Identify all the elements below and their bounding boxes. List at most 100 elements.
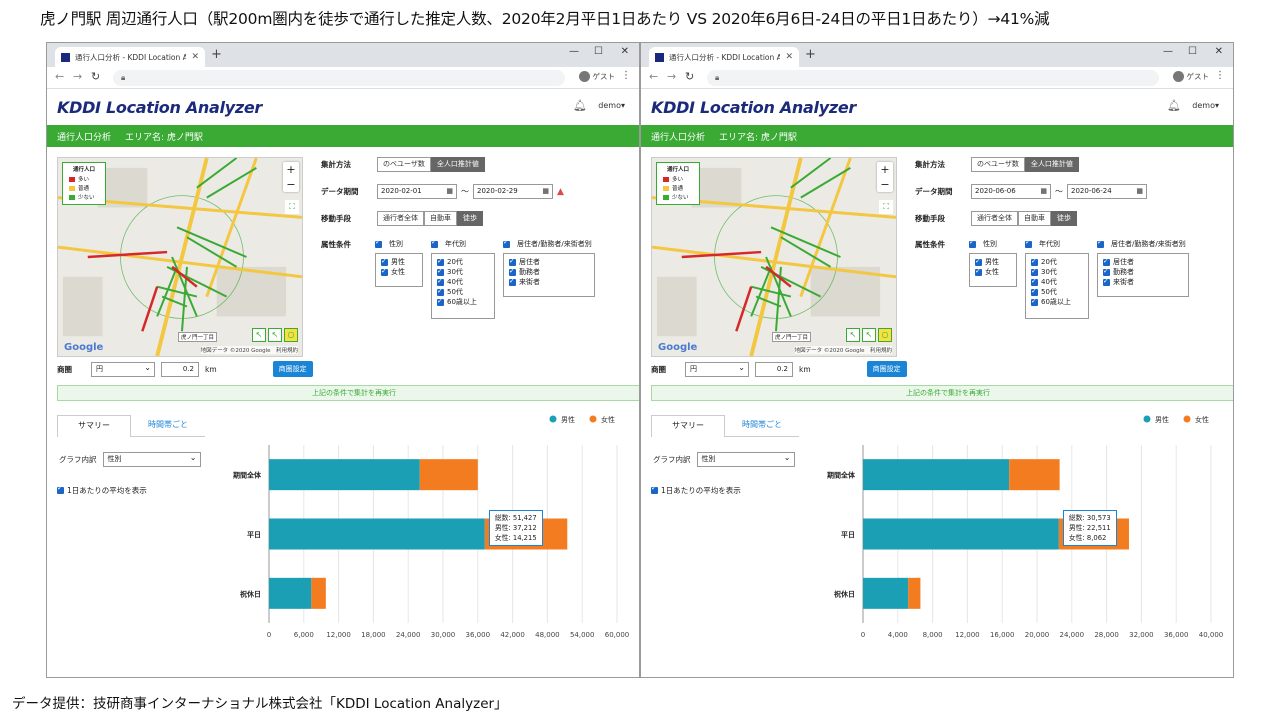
browser-tab[interactable]: 通行人口分析 - KDDI Location A ✕: [649, 47, 799, 67]
tab-summary[interactable]: サマリー: [57, 415, 131, 437]
back-icon[interactable]: ←: [55, 70, 64, 83]
back-icon[interactable]: ←: [649, 70, 658, 83]
minimize-icon[interactable]: —: [569, 46, 579, 57]
maximize-icon[interactable]: ☐: [594, 46, 603, 57]
reload-icon[interactable]: ↻: [91, 70, 100, 83]
circle-tool-icon[interactable]: ○: [284, 328, 298, 342]
gender-item[interactable]: 女性: [975, 266, 1011, 277]
shop-setting-button[interactable]: 商圏設定: [866, 361, 907, 377]
age-item[interactable]: 40代: [1031, 276, 1083, 287]
method-option-users[interactable]: のベユーザ数: [377, 157, 431, 172]
window-close-icon[interactable]: ✕: [1215, 46, 1223, 57]
forward-icon[interactable]: →: [73, 70, 82, 83]
age-check[interactable]: 年代別: [431, 238, 466, 249]
pointer-add-icon[interactable]: ↖: [846, 328, 860, 342]
average-option[interactable]: 1日あたりの平均を表示: [57, 484, 147, 496]
average-option[interactable]: 1日あたりの平均を表示: [651, 484, 741, 496]
menu-title[interactable]: 通行人口分析: [651, 130, 705, 143]
shop-radius-input[interactable]: 0.2: [755, 361, 793, 377]
url-input[interactable]: 🔒︎: [707, 70, 1159, 86]
zoom-in-icon[interactable]: +: [877, 162, 893, 177]
option-label: 50代: [447, 288, 463, 296]
tab-summary[interactable]: サマリー: [651, 415, 725, 437]
close-icon[interactable]: ✕: [191, 52, 199, 62]
menu-icon[interactable]: ⋮: [621, 70, 631, 81]
url-input[interactable]: 🔒︎: [113, 70, 565, 86]
age-item[interactable]: 50代: [437, 286, 489, 297]
rerun-button[interactable]: 上記の条件で集計を再実行: [57, 385, 639, 401]
transport-option-walk[interactable]: 徒歩: [457, 211, 483, 226]
zoom-in-icon[interactable]: +: [283, 162, 299, 177]
window-close-icon[interactable]: ✕: [621, 46, 629, 57]
transport-option-walk[interactable]: 徒歩: [1051, 211, 1077, 226]
rerun-button[interactable]: 上記の条件で集計を再実行: [651, 385, 1233, 401]
resident-item[interactable]: 居住者: [509, 256, 589, 267]
circle-tool-icon[interactable]: ○: [878, 328, 892, 342]
resident-item[interactable]: 勤務者: [509, 266, 589, 277]
minimize-icon[interactable]: —: [1163, 46, 1173, 57]
new-tab-icon[interactable]: +: [211, 47, 222, 62]
pointer-icon[interactable]: ↖: [862, 328, 876, 342]
menu-title[interactable]: 通行人口分析: [57, 130, 111, 143]
reload-icon[interactable]: ↻: [685, 70, 694, 83]
guest-profile[interactable]: ゲスト: [578, 71, 615, 82]
map-view[interactable]: 通行人口 多い 普通 少ない + − ⛶ 虎ノ門一丁目 ↖ ↖ ○ Google…: [651, 157, 897, 357]
close-icon[interactable]: ✕: [785, 52, 793, 62]
shop-shape-select[interactable]: 円: [91, 361, 155, 377]
menu-icon[interactable]: ⋮: [1215, 70, 1225, 81]
date-from-input[interactable]: 2020-02-01: [377, 184, 457, 199]
date-from-input[interactable]: 2020-06-06: [971, 184, 1051, 199]
age-item[interactable]: 50代: [1031, 286, 1083, 297]
zoom-out-icon[interactable]: −: [877, 177, 893, 192]
resident-item[interactable]: 居住者: [1103, 256, 1183, 267]
fullscreen-icon[interactable]: ⛶: [285, 200, 299, 214]
date-to-input[interactable]: 2020-02-29: [473, 184, 553, 199]
age-item[interactable]: 20代: [1031, 256, 1083, 267]
tab-hourly[interactable]: 時間帯ごと: [725, 415, 799, 437]
map-view[interactable]: 通行人口 多い 普通 少ない + − ⛶ 虎ノ門一丁目 ↖ ↖ ○ Google…: [57, 157, 303, 357]
date-to-input[interactable]: 2020-06-24: [1067, 184, 1147, 199]
user-menu[interactable]: demo▾: [1192, 101, 1219, 110]
age-item[interactable]: 60歳以上: [1031, 296, 1083, 307]
shop-shape-select[interactable]: 円: [685, 361, 749, 377]
tab-hourly[interactable]: 時間帯ごと: [131, 415, 205, 437]
browser-tab[interactable]: 通行人口分析 - KDDI Location A ✕: [55, 47, 205, 67]
graph-breakdown-select[interactable]: 性別: [102, 451, 201, 467]
shop-radius-input[interactable]: 0.2: [161, 361, 199, 377]
gender-item[interactable]: 女性: [381, 266, 417, 277]
new-tab-icon[interactable]: +: [805, 47, 816, 62]
zoom-out-icon[interactable]: −: [283, 177, 299, 192]
graph-breakdown-select[interactable]: 性別: [696, 451, 795, 467]
resident-item[interactable]: 来街者: [509, 276, 589, 287]
bell-icon[interactable]: 🔔︎: [1167, 99, 1181, 112]
transport-option-car[interactable]: 自動車: [424, 211, 457, 226]
shop-setting-button[interactable]: 商圏設定: [272, 361, 313, 377]
maximize-icon[interactable]: ☐: [1188, 46, 1197, 57]
resident-item[interactable]: 来街者: [1103, 276, 1183, 287]
resident-check[interactable]: 居住者/勤務者/来街者別: [1097, 238, 1186, 249]
age-item[interactable]: 20代: [437, 256, 489, 267]
resident-item[interactable]: 勤務者: [1103, 266, 1183, 277]
fullscreen-icon[interactable]: ⛶: [879, 200, 893, 214]
age-item[interactable]: 30代: [1031, 266, 1083, 277]
age-check[interactable]: 年代別: [1025, 238, 1060, 249]
transport-option-all[interactable]: 通行者全体: [377, 211, 424, 226]
forward-icon[interactable]: →: [667, 70, 676, 83]
x-tick-label: 20,000: [1025, 631, 1050, 639]
guest-profile[interactable]: ゲスト: [1172, 71, 1209, 82]
bell-icon[interactable]: 🔔︎: [573, 99, 587, 112]
method-option-population[interactable]: 全人口推計値: [430, 157, 485, 172]
transport-option-car[interactable]: 自動車: [1018, 211, 1051, 226]
method-option-users[interactable]: のベユーザ数: [971, 157, 1025, 172]
resident-check[interactable]: 居住者/勤務者/来街者別: [503, 238, 592, 249]
gender-check[interactable]: 性別: [375, 238, 403, 249]
transport-option-all[interactable]: 通行者全体: [971, 211, 1018, 226]
method-option-population[interactable]: 全人口推計値: [1024, 157, 1079, 172]
gender-check[interactable]: 性別: [969, 238, 997, 249]
age-item[interactable]: 40代: [437, 276, 489, 287]
pointer-icon[interactable]: ↖: [268, 328, 282, 342]
age-item[interactable]: 60歳以上: [437, 296, 489, 307]
pointer-add-icon[interactable]: ↖: [252, 328, 266, 342]
user-menu[interactable]: demo▾: [598, 101, 625, 110]
age-item[interactable]: 30代: [437, 266, 489, 277]
